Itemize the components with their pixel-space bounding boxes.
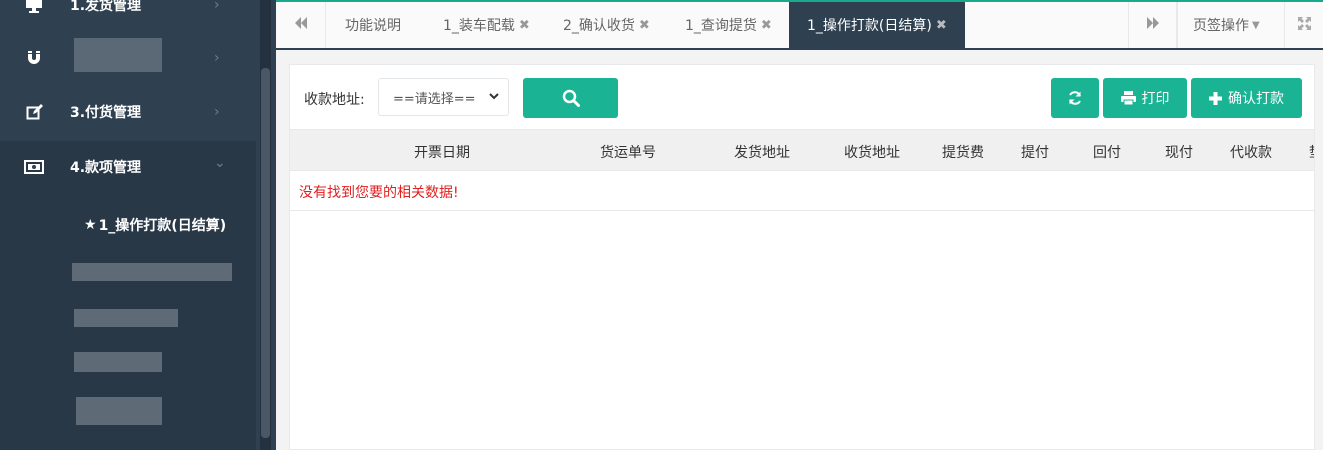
sidebar-item-label: 4.款项管理 — [70, 160, 142, 176]
sidebar-item-label: 3.付货管理 — [70, 105, 142, 121]
caret-down-icon: ▼ — [1252, 19, 1260, 31]
confirm-payment-button[interactable]: 确认打款 — [1191, 78, 1302, 118]
refresh-icon — [1069, 91, 1081, 105]
close-icon[interactable]: ✖ — [761, 18, 772, 33]
column-header[interactable]: 代收款 — [1230, 142, 1272, 162]
redacted-subitem[interactable] — [72, 263, 232, 281]
print-button[interactable]: 打印 — [1103, 78, 1187, 118]
tab-scroll-left-button[interactable] — [276, 2, 326, 48]
sidebar-item-payment[interactable]: 3.付货管理 › — [0, 87, 256, 137]
sidebar-subitem-label: 1_操作打款(日结算) — [98, 218, 227, 234]
tab-bar: 功能说明 1_装车配载 ✖ 2_确认收货 ✖ 1_查询提货 ✖ 1_操作打款(日… — [276, 0, 1323, 50]
redacted-subitem[interactable] — [76, 397, 162, 425]
close-icon[interactable]: ✖ — [639, 18, 650, 33]
print-label: 打印 — [1141, 91, 1170, 107]
close-icon[interactable]: ✖ — [519, 18, 530, 33]
address-select-value: ==请选择== — [393, 91, 476, 107]
printer-icon — [1120, 91, 1136, 105]
content-panel: 收款地址: ==请选择== 打印 确认打款 开票日期 货运单号 发货地址 收货地… — [289, 64, 1315, 450]
sidebar-item-shipping[interactable]: 1.发货管理 › — [0, 0, 256, 30]
sidebar-item-funds[interactable]: 4.款项管理 ⌄ — [0, 142, 256, 192]
page-ops-dropdown[interactable]: 页签操作 ▼ — [1176, 2, 1266, 48]
address-label: 收款地址: — [304, 92, 365, 108]
edit-icon — [24, 102, 44, 122]
table-empty-row: 没有找到您要的相关数据! — [290, 171, 1314, 211]
plus-icon — [1209, 91, 1222, 105]
tab-label: 功能说明 — [345, 18, 401, 34]
tab-query-pickup[interactable]: 1_查询提货 ✖ — [685, 2, 772, 48]
sidebar-scrollbar-thumb[interactable] — [261, 68, 270, 438]
search-button[interactable] — [523, 78, 618, 118]
column-header[interactable]: 发货地址 — [734, 142, 790, 162]
tab-label: 1_装车配载 — [443, 18, 515, 34]
page-ops-label: 页签操作 — [1193, 18, 1249, 34]
column-header[interactable]: 货运单号 — [600, 142, 656, 162]
double-right-icon — [1146, 17, 1160, 33]
chevron-right-icon: › — [214, 50, 220, 66]
magnet-icon — [24, 48, 44, 68]
tab-help[interactable]: 功能说明 — [345, 2, 401, 48]
monitor-icon — [24, 0, 44, 15]
fullscreen-icon — [1298, 16, 1311, 34]
column-header[interactable]: 现付 — [1165, 142, 1193, 162]
sidebar: 1.发货管理 › › 3.付货管理 › 4.款项管理 ⌄ ★ 1_操作打款(日结… — [0, 0, 276, 450]
refresh-button[interactable] — [1051, 78, 1099, 118]
chevron-right-icon: › — [214, 104, 220, 120]
tab-payment-daily[interactable]: 1_操作打款(日结算) ✖ — [789, 2, 965, 48]
star-icon: ★ — [84, 217, 97, 233]
tab-scroll-right-button[interactable] — [1128, 2, 1178, 48]
redacted-subitem[interactable] — [74, 352, 162, 372]
column-header[interactable]: 开票日期 — [414, 142, 470, 162]
column-header[interactable]: 回付 — [1093, 142, 1121, 162]
redacted-subitem[interactable] — [74, 309, 178, 327]
tab-label: 1_查询提货 — [685, 18, 757, 34]
chevron-down-icon — [489, 93, 499, 100]
tab-confirm-receipt[interactable]: 2_确认收货 ✖ — [563, 2, 650, 48]
empty-message: 没有找到您要的相关数据! — [299, 185, 459, 201]
chevron-down-icon: ⌄ — [214, 155, 226, 171]
column-header[interactable]: 垫 — [1309, 142, 1314, 162]
sidebar-subitem-active[interactable]: ★ 1_操作打款(日结算) — [84, 215, 226, 235]
tab-label: 1_操作打款(日结算) — [807, 18, 932, 34]
confirm-payment-label: 确认打款 — [1228, 91, 1284, 107]
address-select[interactable]: ==请选择== — [378, 78, 509, 116]
chevron-right-icon: › — [214, 0, 220, 13]
redacted-label — [74, 38, 162, 72]
column-header[interactable]: 收货地址 — [844, 142, 900, 162]
double-left-icon — [294, 17, 308, 33]
money-icon — [24, 157, 44, 177]
column-header[interactable]: 提付 — [1021, 142, 1049, 162]
column-header[interactable]: 提货费 — [942, 142, 984, 162]
fullscreen-button[interactable] — [1284, 2, 1323, 48]
close-icon[interactable]: ✖ — [936, 18, 947, 33]
table-header: 开票日期 货运单号 发货地址 收货地址 提货费 提付 回付 现付 代收款 垫 — [290, 129, 1314, 171]
search-icon — [562, 89, 580, 107]
tab-label: 2_确认收货 — [563, 18, 635, 34]
tab-loading[interactable]: 1_装车配载 ✖ — [443, 2, 530, 48]
sidebar-item-label: 1.发货管理 — [70, 0, 142, 14]
